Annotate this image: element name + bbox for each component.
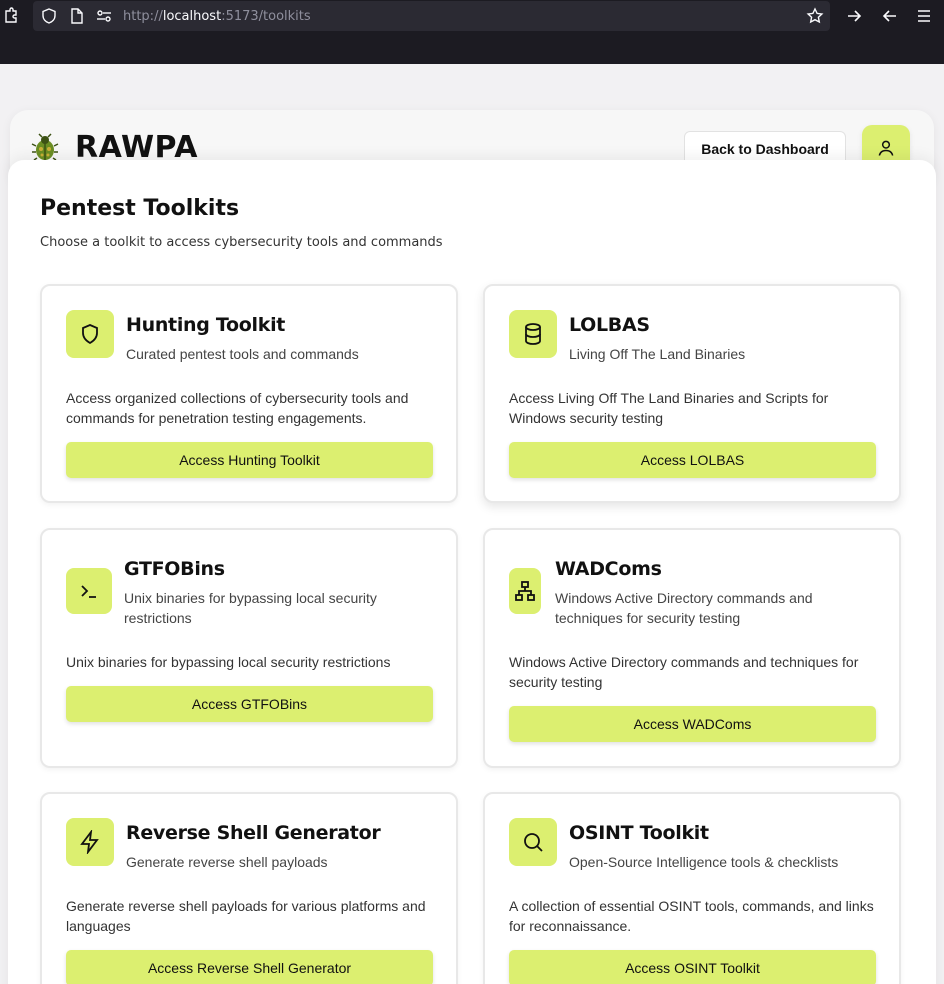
card-title: GTFOBins (124, 558, 225, 580)
card-description: Generate reverse shell payloads for vari… (66, 898, 426, 934)
terminal-icon (66, 568, 112, 614)
card-title: LOLBAS (569, 314, 650, 336)
url-scheme: http:// (123, 9, 163, 24)
card-subtitle: Unix binaries for bypassing local securi… (124, 590, 377, 626)
card-title: Reverse Shell Generator (126, 822, 381, 844)
user-icon (876, 138, 896, 161)
toolkit-card-gtfobins: GTFOBins Unix binaries for bypassing loc… (40, 528, 458, 768)
card-description: Access organized collections of cybersec… (66, 390, 409, 426)
access-lolbas-button[interactable]: Access LOLBAS (509, 442, 876, 478)
zap-icon (66, 818, 114, 866)
access-osint-toolkit-button[interactable]: Access OSINT Toolkit (509, 950, 876, 984)
toolkit-card-lolbas: LOLBAS Living Off The Land Binaries Acce… (483, 284, 901, 503)
toolkits-panel: Pentest Toolkits Choose a toolkit to acc… (8, 160, 936, 984)
browser-toolbar: http://localhost:5173/toolkits (0, 0, 944, 64)
bug-logo-icon (30, 132, 60, 162)
toolkit-card-reverse-shell: Reverse Shell Generator Generate reverse… (40, 792, 458, 984)
menu-icon[interactable] (915, 7, 933, 25)
access-wadcoms-button[interactable]: Access WADComs (509, 706, 876, 742)
extensions-icon[interactable] (3, 7, 21, 25)
card-subtitle: Windows Active Directory commands and te… (555, 590, 813, 626)
page-icon[interactable] (68, 7, 86, 25)
toolkit-card-hunting: Hunting Toolkit Curated pentest tools an… (40, 284, 458, 503)
page-title: Pentest Toolkits (40, 196, 240, 221)
url-host: localhost (162, 9, 222, 24)
url-text[interactable]: http://localhost:5173/toolkits (123, 9, 311, 24)
card-title: OSINT Toolkit (569, 822, 709, 844)
access-hunting-toolkit-button[interactable]: Access Hunting Toolkit (66, 442, 433, 478)
permissions-icon[interactable] (95, 7, 113, 25)
card-description: A collection of essential OSINT tools, c… (509, 898, 874, 934)
card-title: WADComs (555, 558, 662, 580)
bookmark-star-icon[interactable] (806, 7, 824, 25)
back-arrow-icon[interactable] (881, 7, 899, 25)
card-description: Unix binaries for bypassing local securi… (66, 654, 391, 670)
card-title: Hunting Toolkit (126, 314, 286, 336)
card-subtitle: Curated pentest tools and commands (126, 346, 359, 362)
card-description: Windows Active Directory commands and te… (509, 654, 859, 690)
url-bar[interactable]: http://localhost:5173/toolkits (33, 1, 830, 31)
network-icon (509, 568, 541, 614)
forward-arrow-icon[interactable] (845, 7, 863, 25)
card-description: Access Living Off The Land Binaries and … (509, 390, 829, 426)
access-gtfobins-button[interactable]: Access GTFOBins (66, 686, 433, 722)
shield-icon[interactable] (40, 7, 58, 25)
card-subtitle: Generate reverse shell payloads (126, 854, 328, 870)
page: RAWPA Back to Dashboard Pentest Toolkits… (0, 64, 944, 984)
toolkit-card-wadcoms: WADComs Windows Active Directory command… (483, 528, 901, 768)
search-icon (509, 818, 557, 866)
page-subtitle: Choose a toolkit to access cybersecurity… (40, 235, 443, 250)
card-subtitle: Open-Source Intelligence tools & checkli… (569, 854, 839, 870)
shield-icon (66, 310, 114, 358)
access-reverse-shell-generator-button[interactable]: Access Reverse Shell Generator (66, 950, 433, 984)
database-icon (509, 310, 557, 358)
url-path: :5173/toolkits (221, 9, 311, 24)
toolkit-card-osint: OSINT Toolkit Open-Source Intelligence t… (483, 792, 901, 984)
card-subtitle: Living Off The Land Binaries (569, 346, 746, 362)
